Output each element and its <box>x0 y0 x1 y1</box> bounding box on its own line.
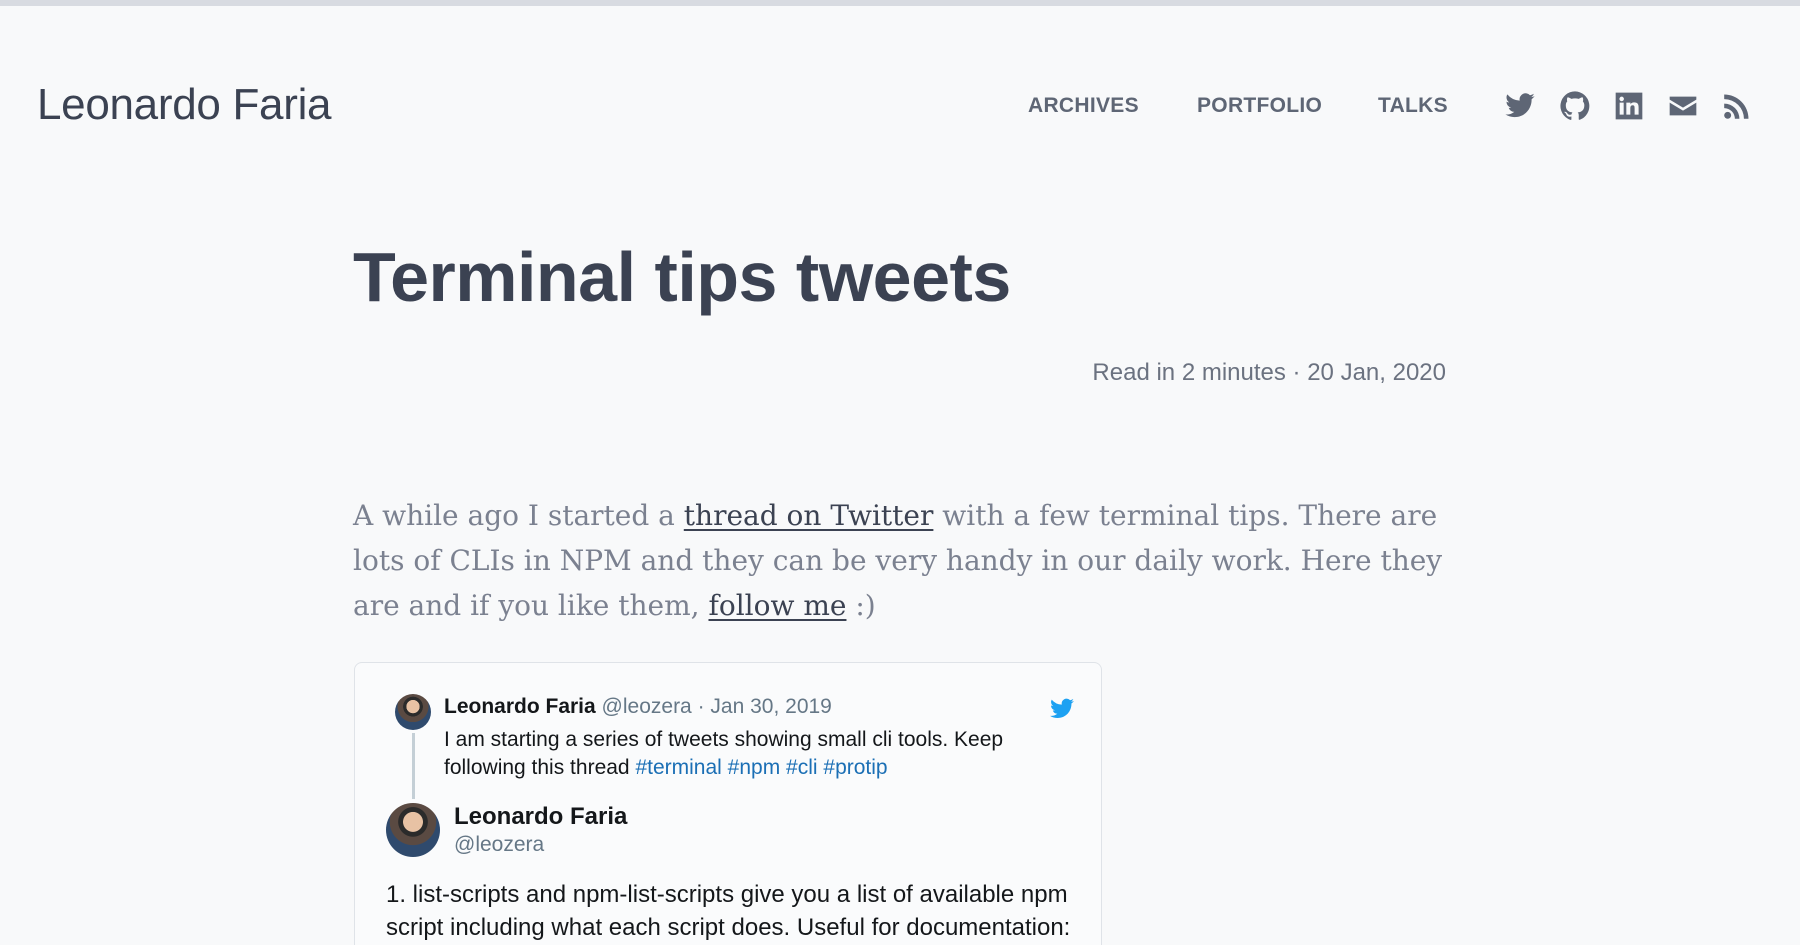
post-intro: A while ago I started a thread on Twitte… <box>353 493 1453 628</box>
email-icon[interactable] <box>1665 88 1701 124</box>
parent-tweet-avatar[interactable] <box>395 694 431 730</box>
intro-text: A while ago I started a <box>353 499 684 532</box>
meta-separator: · <box>1285 359 1308 386</box>
parent-tweet-date[interactable]: Jan 30, 2019 <box>710 695 831 718</box>
hashtag-terminal[interactable]: #terminal <box>635 756 721 779</box>
parent-tweet-text: I am starting a series of tweets showing… <box>444 726 1064 782</box>
parent-tweet-author-name[interactable]: Leonardo Faria <box>444 695 596 718</box>
nav-talks-link[interactable]: TALKS <box>1378 94 1448 120</box>
twitter-bird-icon[interactable] <box>1049 696 1075 722</box>
hashtag-protip[interactable]: #protip <box>823 756 887 779</box>
thread-on-twitter-link[interactable]: thread on Twitter <box>684 499 934 532</box>
main-tweet-text: 1. list-scripts and npm-list-scripts giv… <box>386 881 1071 941</box>
nav-archives-link[interactable]: ARCHIVES <box>1028 94 1139 120</box>
hashtag-cli[interactable]: #cli <box>786 756 818 779</box>
parent-tweet-handle[interactable]: @leozera <box>602 695 692 718</box>
follow-me-link[interactable]: follow me <box>708 589 846 622</box>
read-time: Read in 2 minutes <box>1092 359 1286 386</box>
intro-text: :) <box>846 589 876 622</box>
top-border <box>0 0 1800 6</box>
post-date: 20 Jan, 2020 <box>1307 359 1446 386</box>
main-tweet-avatar[interactable] <box>386 803 440 857</box>
github-icon[interactable] <box>1557 88 1593 124</box>
post-title: Terminal tips tweets <box>353 238 1011 316</box>
parent-tweet-separator: · <box>691 695 711 718</box>
main-tweet-author-name[interactable]: Leonardo Faria <box>454 803 627 831</box>
site-title-link[interactable]: Leonardo Faria <box>37 80 332 130</box>
twitter-icon[interactable] <box>1502 88 1538 124</box>
rss-icon[interactable] <box>1719 88 1755 124</box>
post-meta: Read in 2 minutes · 20 Jan, 2020 <box>1092 359 1446 387</box>
main-tweet-handle[interactable]: @leozera <box>454 833 544 857</box>
parent-tweet-body: I am starting a series of tweets showing… <box>444 728 1004 779</box>
thread-connector-line <box>412 733 415 799</box>
linkedin-icon[interactable] <box>1611 88 1647 124</box>
hashtag-npm[interactable]: #npm <box>728 756 781 779</box>
parent-tweet-header: Leonardo Faria @leozera · Jan 30, 2019 <box>444 695 832 719</box>
nav-portfolio-link[interactable]: PORTFOLIO <box>1197 94 1322 120</box>
embedded-tweet[interactable]: Leonardo Faria @leozera · Jan 30, 2019 I… <box>354 662 1102 945</box>
